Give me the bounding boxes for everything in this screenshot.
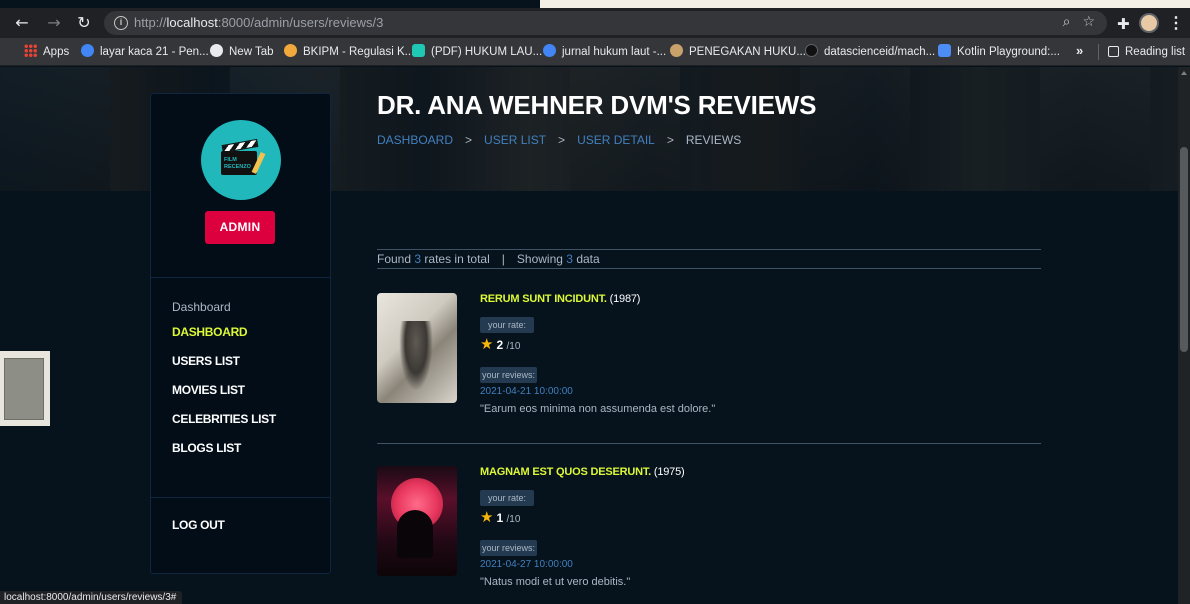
logout-link[interactable]: LOG OUT [172, 518, 225, 532]
page-title: DR. ANA WEHNER DVM'S REVIEWS [377, 90, 817, 120]
apps-grid-icon [24, 44, 37, 57]
bookmark-apps[interactable]: Apps [24, 44, 69, 60]
scroll-up-arrow-icon[interactable] [1181, 71, 1187, 75]
review-item: RERUM SUNT INCIDUNT. (1987) your rate: ★… [377, 293, 1041, 443]
showing-count: 3 [566, 252, 573, 266]
profile-avatar[interactable] [1139, 13, 1159, 33]
bookmark-layar-kaca[interactable]: layar kaca 21 - Pen... [81, 44, 209, 60]
bookmark-kotlin[interactable]: Kotlin Playground:... [938, 44, 1060, 60]
github-icon [805, 44, 818, 57]
extensions-puzzle-icon[interactable]: ✚ [1117, 15, 1130, 33]
star-icon: ★ [480, 335, 494, 353]
review-divider [377, 443, 1041, 444]
kotlin-icon [938, 44, 951, 57]
bookmark-pdf-hukum[interactable]: (PDF) HUKUM LAU... [412, 44, 542, 60]
sidebar-divider [151, 497, 330, 498]
sidebar-divider [151, 277, 330, 278]
breadcrumb-dashboard[interactable]: DASHBOARD [377, 133, 453, 147]
sidebar-item-dashboard[interactable]: DASHBOARD [172, 325, 248, 339]
browser-menu-icon[interactable]: ⋮ [1168, 13, 1184, 33]
breadcrumb-user-list[interactable]: USER LIST [484, 133, 546, 147]
reading-list-icon [1108, 46, 1119, 57]
your-reviews-label: your reviews: [480, 367, 538, 383]
your-rate-label: your rate: [480, 490, 535, 506]
browser-toolbar: ← → ↻ i http://localhost:8000/admin/user… [0, 8, 1190, 38]
sidebar-item-users-list[interactable]: USERS LIST [172, 354, 240, 368]
breadcrumb: DASHBOARD > USER LIST > USER DETAIL > REVIEWS [377, 133, 742, 147]
sidebar-item-movies-list[interactable]: MOVIES LIST [172, 383, 245, 397]
breadcrumb-current: REVIEWS [685, 133, 742, 147]
bkipm-icon [284, 44, 297, 57]
found-count: 3 [414, 252, 422, 266]
reload-icon[interactable]: ↻ [74, 13, 94, 33]
status-url: localhost:8000/admin/users/reviews/3# [0, 591, 183, 604]
page-viewport: FILM RECENZO ADMIN Dashboard DASHBOARD US… [0, 67, 1178, 604]
movie-poster[interactable] [377, 293, 457, 403]
star-icon: ★ [480, 508, 494, 526]
site-info-icon[interactable]: i [114, 16, 128, 30]
review-date: 2021-04-27 10:00:00 [480, 559, 573, 570]
desktop-background [540, 0, 1190, 8]
sidebar-heading: Dashboard [172, 300, 231, 314]
movie-title[interactable]: MAGNAM EST QUOS DESERUNT. (1975) [480, 466, 685, 478]
bookmark-jurnal[interactable]: jurnal hukum laut -... [543, 44, 666, 60]
jurnal-icon [543, 44, 556, 57]
address-bar[interactable]: i http://localhost:8000/admin/users/revi… [104, 11, 1107, 35]
rating: ★ 2 /10 [480, 335, 521, 353]
bookmark-datascienceid[interactable]: datascienceid/mach... [805, 44, 935, 60]
bookmark-new-tab[interactable]: New Tab [210, 44, 274, 60]
review-text: "Earum eos minima non assumenda est dolo… [480, 403, 716, 415]
logo-text-film: FILM [224, 157, 237, 163]
globe-icon [210, 44, 223, 57]
desktop-widget [0, 351, 50, 426]
bookmarks-more-button[interactable]: » [1076, 43, 1083, 58]
logo-text-recenzo: RECENZO [224, 164, 251, 170]
results-summary: Found 3 rates in total | Showing 3 data [377, 249, 1041, 269]
researchgate-icon [412, 44, 425, 57]
movie-poster[interactable] [377, 466, 457, 576]
movie-title[interactable]: RERUM SUNT INCIDUNT. (1987) [480, 293, 640, 305]
zoom-icon[interactable]: ⌕ [1063, 14, 1071, 30]
review-date: 2021-04-21 10:00:00 [480, 386, 573, 397]
penegakan-icon [670, 44, 683, 57]
back-arrow-icon[interactable]: ← [12, 13, 32, 33]
film-recenzo-logo[interactable]: FILM RECENZO [201, 120, 281, 200]
url-text[interactable]: http://localhost:8000/admin/users/review… [134, 15, 383, 30]
your-rate-label: your rate: [480, 317, 535, 333]
admin-sidebar: FILM RECENZO ADMIN Dashboard DASHBOARD US… [150, 93, 331, 574]
page-scrollbar[interactable] [1178, 67, 1190, 604]
breadcrumb-user-detail[interactable]: USER DETAIL [577, 133, 655, 147]
google-icon [81, 44, 94, 57]
forward-arrow-icon[interactable]: → [44, 13, 64, 33]
bookmark-star-icon[interactable]: ☆ [1082, 14, 1095, 30]
admin-button[interactable]: ADMIN [205, 211, 275, 244]
sidebar-item-celebrities-list[interactable]: CELEBRITIES LIST [172, 412, 276, 426]
bookmarks-bar: Apps layar kaca 21 - Pen... New Tab BKIP… [0, 38, 1190, 66]
bookmarks-separator [1098, 44, 1099, 60]
your-reviews-label: your reviews: [480, 540, 538, 556]
reading-list-button[interactable]: Reading list [1108, 44, 1185, 60]
review-text: "Natus modi et ut vero debitis." [480, 576, 631, 588]
bookmark-penegakan[interactable]: PENEGAKAN HUKU... [670, 44, 806, 60]
rating: ★ 1 /10 [480, 508, 521, 526]
scroll-thumb[interactable] [1180, 147, 1188, 352]
sidebar-item-blogs-list[interactable]: BLOGS LIST [172, 441, 241, 455]
bookmark-bkipm[interactable]: BKIPM - Regulasi K... [284, 44, 414, 60]
review-item: MAGNAM EST QUOS DESERUNT. (1975) your ra… [377, 466, 1041, 604]
